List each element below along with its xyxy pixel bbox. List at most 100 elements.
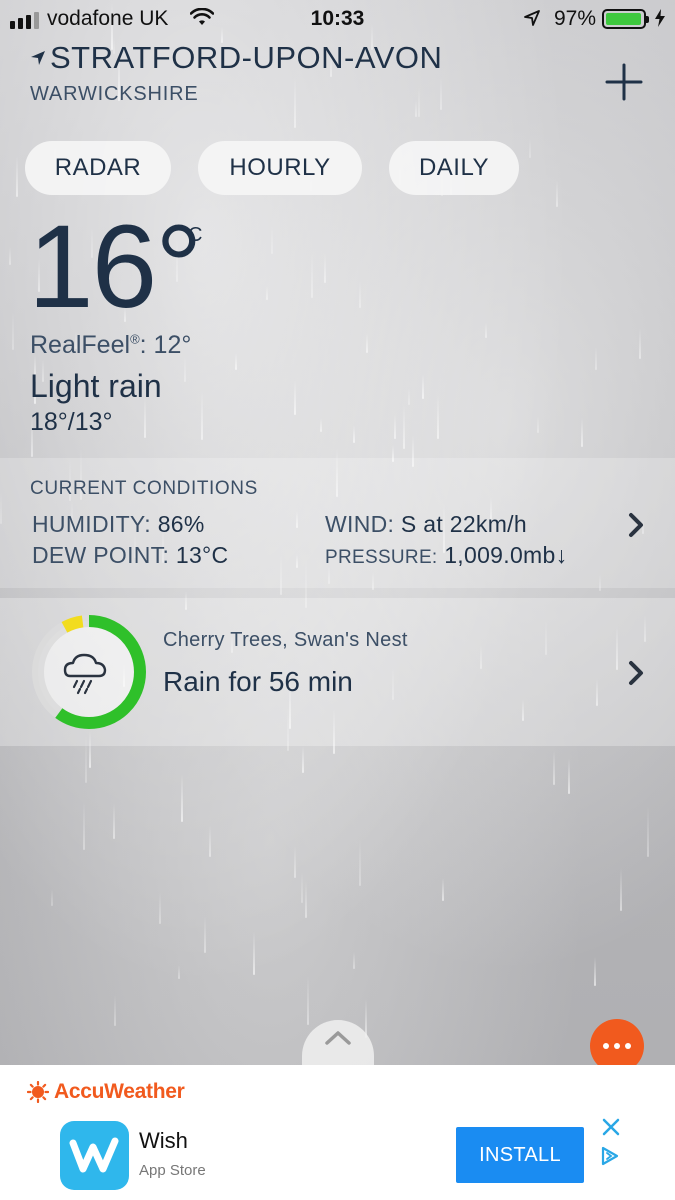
wish-app-icon[interactable] bbox=[60, 1121, 129, 1190]
dot-icon bbox=[603, 1043, 609, 1049]
rain-streak bbox=[235, 353, 237, 370]
rain-streak bbox=[271, 225, 273, 254]
high-low-temperature: 18°/13° bbox=[30, 408, 113, 436]
battery-icon bbox=[602, 9, 649, 29]
rain-streak bbox=[595, 347, 597, 370]
region-name: WARWICKSHIRE bbox=[30, 83, 199, 105]
rain-streak bbox=[305, 881, 307, 918]
rain-streak bbox=[201, 390, 203, 440]
minutecast-summary: Rain for 56 min bbox=[163, 666, 353, 697]
close-icon[interactable] bbox=[601, 1117, 621, 1137]
rain-streak bbox=[415, 100, 417, 117]
add-location-button[interactable] bbox=[604, 62, 644, 102]
rain-streak bbox=[594, 957, 596, 986]
temperature-unit: C bbox=[188, 224, 203, 246]
rain-streak bbox=[359, 281, 361, 308]
charging-bolt-icon bbox=[655, 9, 665, 27]
current-temperature: 16° bbox=[28, 201, 202, 333]
rain-streak bbox=[620, 868, 622, 911]
rain-streak bbox=[159, 892, 161, 924]
ad-banner[interactable]: AccuWeather Wish App Store INSTALL bbox=[0, 1065, 675, 1200]
rain-streak bbox=[403, 405, 405, 449]
sun-icon bbox=[27, 1081, 49, 1103]
rain-streak bbox=[253, 931, 255, 975]
rain-streak bbox=[529, 138, 531, 158]
chevron-up-icon bbox=[325, 1031, 351, 1045]
rain-streak bbox=[114, 995, 116, 1026]
rain-streak bbox=[12, 312, 14, 350]
location-services-icon bbox=[524, 10, 540, 26]
dew-point-label: DEW POINT: bbox=[32, 542, 170, 568]
humidity-value: 86% bbox=[157, 511, 205, 537]
rain-streak bbox=[485, 323, 487, 338]
rain-streak bbox=[639, 328, 641, 359]
status-bar: vodafone UK 10:33 97% bbox=[0, 0, 675, 38]
city-name: STRATFORD-UPON-AVON bbox=[50, 40, 443, 75]
realfeel-value: : 12° bbox=[139, 331, 192, 359]
rain-streak bbox=[266, 286, 268, 300]
dew-point-value: 13°C bbox=[175, 542, 229, 568]
ad-choices-icon[interactable] bbox=[599, 1145, 621, 1167]
rain-streak bbox=[51, 889, 53, 906]
rain-streak bbox=[359, 839, 361, 886]
rain-streak bbox=[437, 395, 439, 439]
pressure: PRESSURE: 1,009.0mb↓ bbox=[325, 542, 567, 569]
ad-app-name[interactable]: Wish bbox=[139, 1128, 188, 1154]
pull-up-handle[interactable] bbox=[302, 1020, 374, 1070]
rain-streak bbox=[366, 333, 368, 353]
tab-radar[interactable]: RADAR bbox=[25, 141, 171, 195]
rain-streak bbox=[9, 247, 11, 265]
pressure-trend-icon: ↓ bbox=[555, 542, 568, 568]
rain-streak bbox=[307, 976, 309, 1025]
rain-streak bbox=[16, 155, 18, 197]
rain-streak bbox=[113, 803, 115, 839]
rain-streak bbox=[294, 76, 296, 128]
pressure-value: 1,009.0mb bbox=[444, 542, 556, 568]
dew-point: DEW POINT: 13°C bbox=[32, 542, 228, 569]
rain-streak bbox=[537, 416, 539, 433]
tab-hourly[interactable]: HOURLY bbox=[198, 141, 362, 195]
dot-icon bbox=[625, 1043, 631, 1049]
registered-mark: ® bbox=[130, 331, 140, 347]
battery-percentage: 97% bbox=[554, 7, 597, 30]
realfeel-label: RealFeel bbox=[30, 331, 131, 359]
rain-streak bbox=[394, 414, 396, 439]
rain-streak bbox=[301, 872, 303, 903]
chevron-right-icon[interactable] bbox=[628, 660, 644, 686]
install-button[interactable]: INSTALL bbox=[456, 1127, 584, 1183]
pressure-label: PRESSURE: bbox=[325, 547, 438, 568]
rain-streak bbox=[204, 916, 206, 953]
rain-streak bbox=[353, 952, 355, 969]
humidity-label: HUMIDITY: bbox=[32, 511, 151, 537]
rain-streak bbox=[422, 374, 424, 399]
minutecast-panel[interactable]: Cherry Trees, Swan's Nest Rain for 56 mi… bbox=[0, 598, 675, 746]
wind-value: S at 22km/h bbox=[400, 511, 527, 537]
rain-streak bbox=[442, 878, 444, 901]
rain-streak bbox=[440, 77, 442, 110]
rain-streak bbox=[418, 87, 420, 117]
wind-label: WIND: bbox=[325, 511, 395, 537]
humidity: HUMIDITY: 86% bbox=[32, 511, 205, 538]
minutecast-ring bbox=[32, 615, 146, 729]
current-conditions-panel[interactable]: CURRENT CONDITIONS HUMIDITY: 86% DEW POI… bbox=[0, 458, 675, 588]
accuweather-brand: AccuWeather bbox=[54, 1080, 185, 1103]
wind: WIND: S at 22km/h bbox=[325, 511, 527, 538]
rain-streak bbox=[181, 774, 183, 822]
dot-icon bbox=[614, 1043, 620, 1049]
rain-streak bbox=[320, 418, 322, 432]
rain-streak bbox=[556, 180, 558, 207]
rain-streak bbox=[581, 418, 583, 447]
rain-streak bbox=[553, 750, 555, 785]
rain-streak bbox=[408, 388, 410, 405]
ad-store-name: App Store bbox=[139, 1162, 206, 1179]
rain-streak bbox=[302, 746, 304, 773]
rain-streak bbox=[311, 253, 313, 298]
rain-streak bbox=[294, 846, 296, 878]
current-conditions-title: CURRENT CONDITIONS bbox=[30, 478, 258, 499]
minutecast-location: Cherry Trees, Swan's Nest bbox=[163, 629, 408, 651]
location-header[interactable]: STRATFORD-UPON-AVON bbox=[30, 40, 442, 76]
rain-streak bbox=[568, 758, 570, 794]
tab-daily[interactable]: DAILY bbox=[389, 141, 519, 195]
wish-logo-icon bbox=[69, 1137, 119, 1173]
chevron-right-icon[interactable] bbox=[628, 512, 644, 538]
